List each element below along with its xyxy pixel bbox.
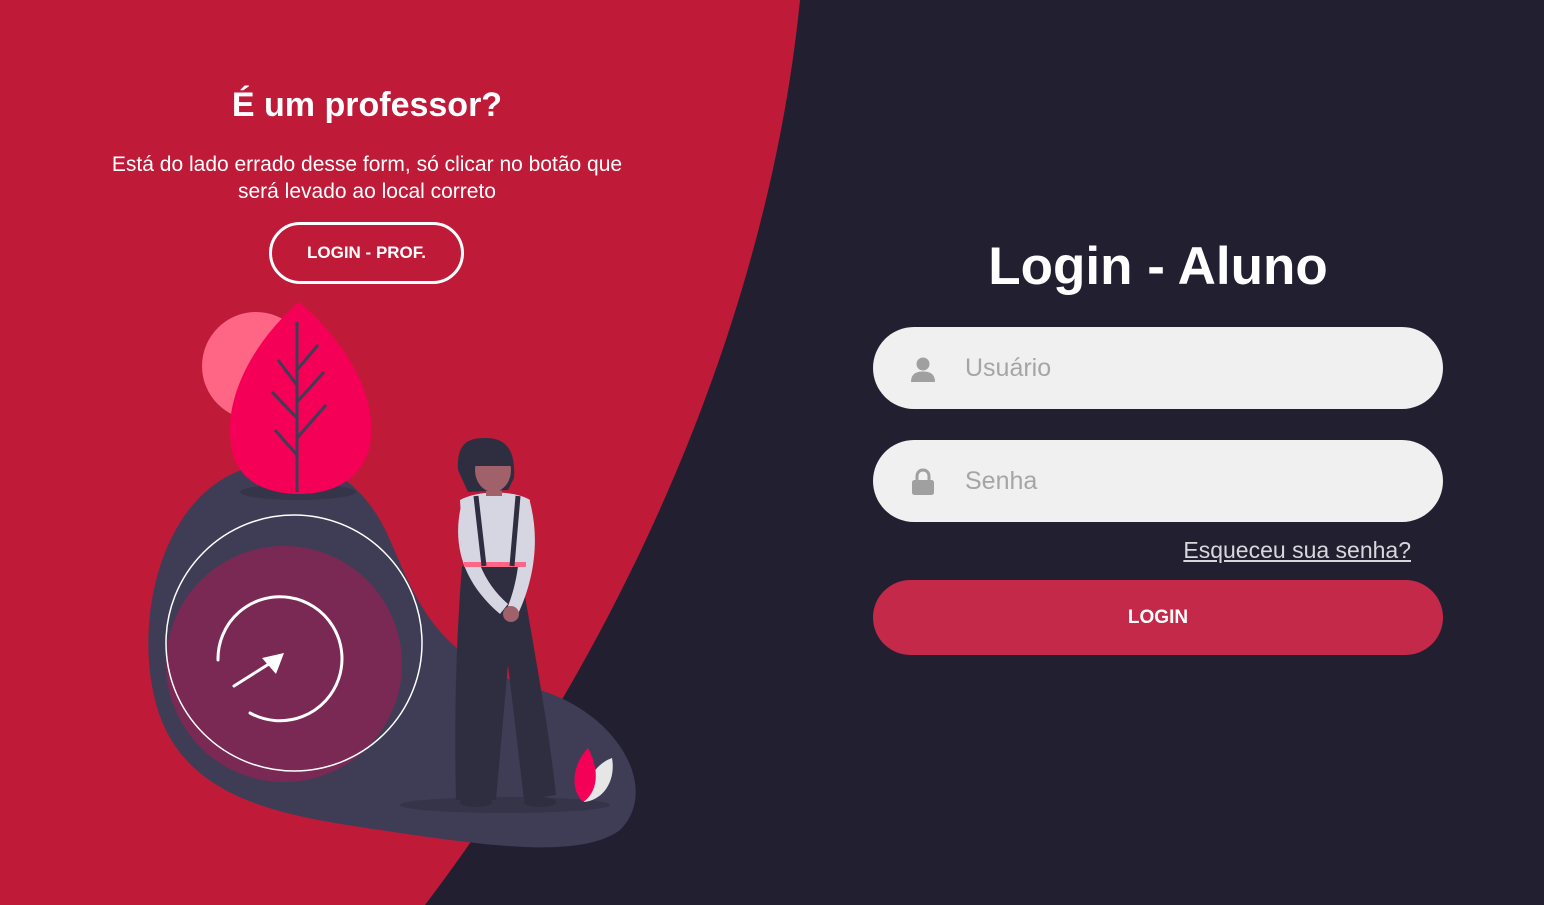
username-input[interactable] bbox=[965, 327, 1405, 409]
username-field[interactable] bbox=[873, 327, 1443, 409]
forgot-password-link[interactable]: Esqueceu sua senha? bbox=[1183, 537, 1411, 564]
teacher-panel: É um professor? Está do lado errado dess… bbox=[0, 0, 734, 905]
login-button[interactable]: LOGIN bbox=[873, 580, 1443, 655]
user-icon bbox=[911, 357, 935, 382]
teacher-login-button[interactable]: LOGIN - PROF. bbox=[269, 222, 464, 284]
student-login-form: Login - Aluno Esqueceu sua senha? LOGIN bbox=[873, 0, 1443, 905]
password-field[interactable] bbox=[873, 440, 1443, 522]
teacher-panel-text: Está do lado errado desse form, só clica… bbox=[111, 153, 623, 203]
lock-icon bbox=[912, 468, 934, 495]
login-title: Login - Aluno bbox=[988, 237, 1328, 296]
password-input[interactable] bbox=[965, 440, 1405, 522]
illustration bbox=[148, 302, 636, 848]
teacher-panel-title: É um professor? bbox=[231, 86, 503, 124]
